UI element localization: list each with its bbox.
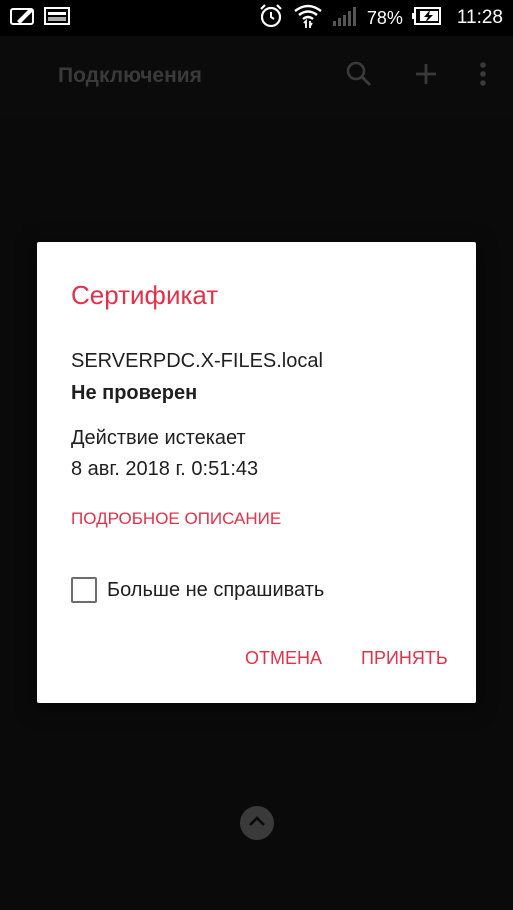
app-bar-actions xyxy=(345,60,487,88)
chevron-up-icon xyxy=(248,814,266,832)
wifi-icon xyxy=(293,3,323,34)
dont-ask-again-checkbox[interactable] xyxy=(71,577,97,603)
more-vert-icon[interactable] xyxy=(479,61,487,87)
expires-date: 8 авг. 2018 г. 0:51:43 xyxy=(71,458,259,480)
dont-ask-again-row[interactable]: Больше не спрашивать xyxy=(71,577,324,603)
details-link[interactable]: ПОДРОБНОЕ ОПИСАНИЕ xyxy=(71,509,281,529)
signal-icon xyxy=(332,5,358,32)
battery-charging-icon xyxy=(411,6,442,30)
battery-percent: 78% xyxy=(366,7,403,28)
status-bar-notifications xyxy=(10,6,70,31)
edit-note-icon xyxy=(10,6,36,31)
image-icon xyxy=(44,6,70,31)
certificate-host: SERVERPDC.X-FILES.local xyxy=(71,350,323,372)
certificate-dialog: Сертификат SERVERPDC.X-FILES.local Не пр… xyxy=(37,242,476,703)
expires-label: Действие истекает xyxy=(71,427,246,449)
add-icon[interactable] xyxy=(413,61,439,87)
status-bar: 78% 11:28 xyxy=(0,0,513,36)
status-bar-system: 78% 11:28 xyxy=(258,0,503,36)
app-bar-title: Подключения xyxy=(58,64,202,87)
search-icon[interactable] xyxy=(345,60,373,88)
accept-button[interactable]: ПРИНЯТЬ xyxy=(361,648,448,669)
cancel-button[interactable]: ОТМЕНА xyxy=(245,648,322,669)
app-bar: Подключения xyxy=(0,36,513,116)
clock: 11:28 xyxy=(456,7,503,28)
certificate-status: Не проверен xyxy=(71,382,198,404)
dialog-title: Сертификат xyxy=(71,280,219,310)
alarm-icon xyxy=(258,3,284,34)
dont-ask-again-label: Больше не спрашивать xyxy=(107,578,325,601)
collapse-button[interactable] xyxy=(240,806,274,840)
